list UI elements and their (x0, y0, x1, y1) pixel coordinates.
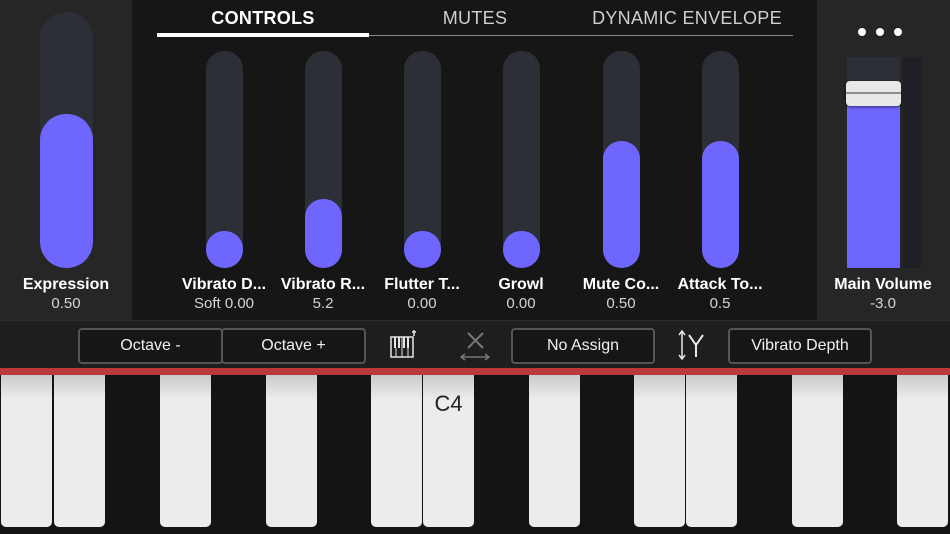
expression-slider[interactable] (40, 12, 93, 268)
clear-assign-icon[interactable] (458, 327, 492, 363)
octave-up-button[interactable]: Octave + (221, 328, 366, 364)
white-key[interactable] (686, 375, 737, 527)
main-volume-meter (903, 57, 921, 268)
piano-keyboard: C4 (0, 375, 950, 534)
control-slider-label: Attack To... (677, 276, 763, 293)
y-axis-icon[interactable] (676, 327, 710, 363)
control-slider-fill (603, 141, 640, 268)
control-slider[interactable] (702, 51, 739, 268)
tab-controls[interactable]: CONTROLS (157, 8, 369, 29)
white-key[interactable] (634, 375, 685, 527)
octave-down-button[interactable]: Octave - (78, 328, 223, 364)
white-key[interactable] (529, 375, 580, 527)
main-volume-fill (847, 92, 900, 268)
white-key[interactable] (371, 375, 422, 527)
y-axis-assign-button[interactable]: Vibrato Depth (728, 328, 872, 364)
control-slider[interactable] (305, 51, 342, 268)
keyboard-icon[interactable] (386, 327, 420, 363)
main-volume-handle[interactable] (846, 80, 901, 106)
control-slider-value: 0.5 (709, 295, 731, 312)
tab-mutes[interactable]: MUTES (369, 8, 581, 29)
expression-value: 0.50 (51, 295, 81, 312)
main-volume-value: -3.0 (870, 295, 896, 312)
white-key[interactable] (266, 375, 317, 527)
white-key[interactable]: C4 (423, 375, 474, 527)
control-slider[interactable] (503, 51, 540, 268)
control-slider-fill (404, 231, 441, 268)
control-slider-fill (305, 198, 342, 268)
white-key[interactable] (1, 375, 52, 527)
keyboard-accent-bar (0, 368, 950, 375)
control-slider-fill (503, 231, 540, 268)
control-slider-fill (702, 141, 739, 268)
white-key[interactable] (160, 375, 211, 527)
white-key[interactable] (792, 375, 843, 527)
active-tab-indicator (157, 33, 369, 37)
key-label: C4 (434, 391, 463, 416)
white-key[interactable] (54, 375, 105, 527)
controls-panel (0, 0, 950, 320)
control-slider[interactable] (603, 51, 640, 268)
tab-dynamic-envelope[interactable]: DYNAMIC ENVELOPE (581, 8, 793, 29)
white-key[interactable] (897, 375, 948, 527)
more-horizontal-icon[interactable] (858, 28, 902, 36)
expression-slider-fill (40, 113, 93, 268)
x-axis-assign-button[interactable]: No Assign (511, 328, 655, 364)
tab-bar: CONTROLS MUTES DYNAMIC ENVELOPE (157, 0, 793, 38)
expression-label: Expression (22, 276, 110, 293)
control-slider-fill (206, 231, 243, 268)
control-slider[interactable] (404, 51, 441, 268)
toolbar: Octave - Octave + No Assign Vibrato Dept… (0, 320, 950, 368)
control-slider[interactable] (206, 51, 243, 268)
main-volume-label: Main Volume (834, 276, 932, 293)
